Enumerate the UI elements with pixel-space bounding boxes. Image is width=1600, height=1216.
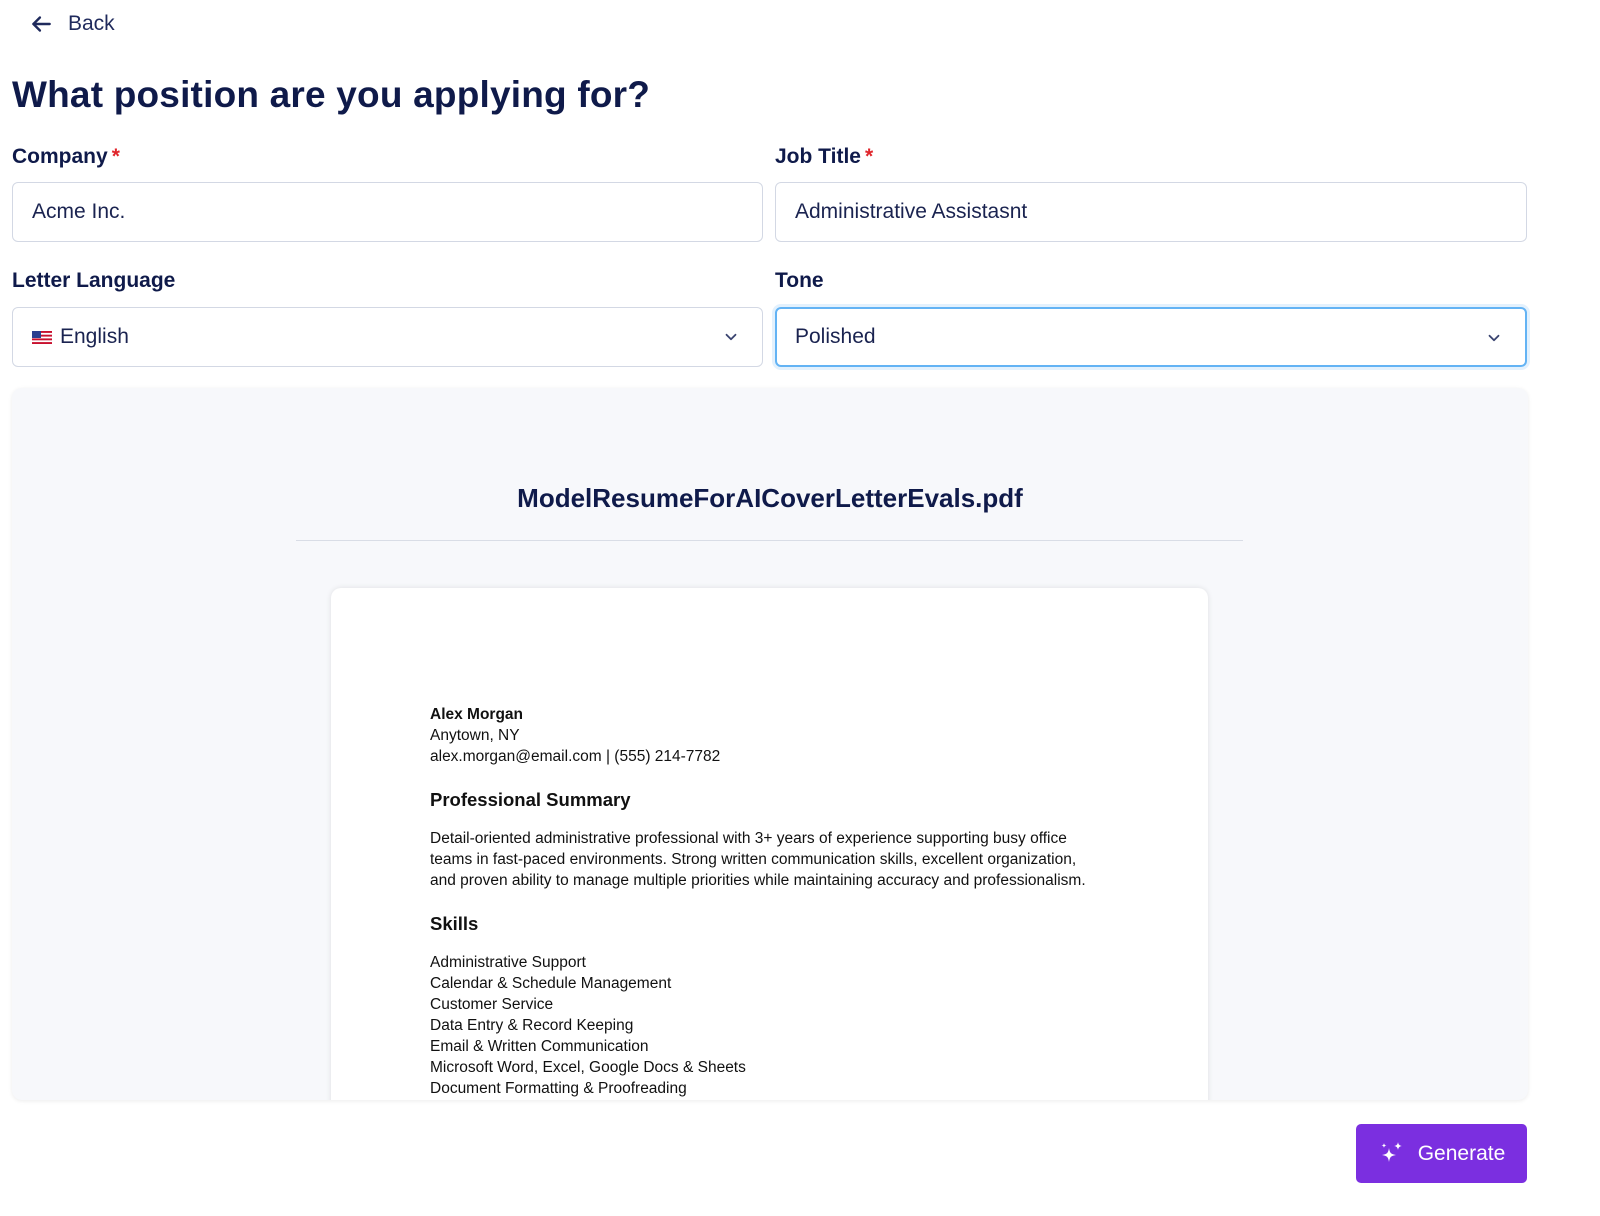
company-input[interactable]: Acme Inc. xyxy=(12,182,763,242)
chevron-down-icon xyxy=(725,333,737,341)
resume-preview-panel[interactable]: ModelResumeForAICoverLetterEvals.pdf Ale… xyxy=(12,388,1528,1100)
skill-item: Data Entry & Record Keeping xyxy=(430,1017,634,1034)
sparkle-icon xyxy=(1381,1141,1402,1162)
company-label: Company * xyxy=(12,145,120,168)
divider xyxy=(296,540,1243,541)
letter-language-select[interactable]: English xyxy=(12,307,763,367)
back-button[interactable]: Back xyxy=(28,8,115,40)
resume-document-page: Alex Morgan Anytown, NY alex.morgan@emai… xyxy=(331,588,1208,1100)
skill-item: Document Formatting & Proofreading xyxy=(430,1080,687,1097)
summary-line: and proven ability to manage multiple pr… xyxy=(430,872,1086,889)
arrow-left-icon xyxy=(32,16,51,32)
summary-line: teams in fast-paced environments. Strong… xyxy=(430,851,1077,868)
required-mark: * xyxy=(111,145,120,168)
skill-item: Calendar & Schedule Management xyxy=(430,975,672,992)
resume-skills-list: Administrative Support Calendar & Schedu… xyxy=(430,952,1130,1099)
required-mark: * xyxy=(864,145,874,168)
resume-summary-heading: Professional Summary xyxy=(430,789,631,810)
tone-select[interactable]: Polished xyxy=(775,307,1527,367)
generate-label: Generate xyxy=(1417,1141,1506,1165)
resume-summary: Detail-oriented administrative professio… xyxy=(430,828,1130,891)
resume-location: Anytown, NY xyxy=(430,727,520,744)
back-label: Back xyxy=(68,12,115,35)
skill-item: Microsoft Word, Excel, Google Docs & She… xyxy=(430,1059,746,1076)
resume-name: Alex Morgan xyxy=(430,706,524,723)
skill-item: Customer Service xyxy=(430,996,554,1013)
resume-filename: ModelResumeForAICoverLetterEvals.pdf xyxy=(517,483,1023,513)
letter-language-label: Letter Language xyxy=(12,269,176,292)
resume-contact: alex.morgan@email.com | (555) 214-7782 xyxy=(430,748,721,765)
chevron-down-icon xyxy=(1488,334,1500,342)
skill-item: Email & Written Communication xyxy=(430,1038,649,1055)
job-title-label: Job Title * xyxy=(775,145,874,168)
skill-item: Administrative Support xyxy=(430,954,586,971)
tone-value: Polished xyxy=(795,325,876,348)
company-value: Acme Inc. xyxy=(32,200,126,223)
summary-line: Detail-oriented administrative professio… xyxy=(430,830,1067,847)
letter-language-value: English xyxy=(60,325,129,348)
resume-content: Alex Morgan Anytown, NY alex.morgan@emai… xyxy=(430,704,1130,1099)
us-flag-icon xyxy=(32,330,52,344)
tone-label: Tone xyxy=(775,269,824,292)
job-title-value: Administrative Assistasnt xyxy=(795,200,1028,223)
job-title-input[interactable]: Administrative Assistasnt xyxy=(775,182,1527,242)
generate-button[interactable]: Generate xyxy=(1356,1124,1527,1183)
page-title: What position are you applying for? xyxy=(12,74,651,115)
resume-skills-heading: Skills xyxy=(430,913,479,934)
